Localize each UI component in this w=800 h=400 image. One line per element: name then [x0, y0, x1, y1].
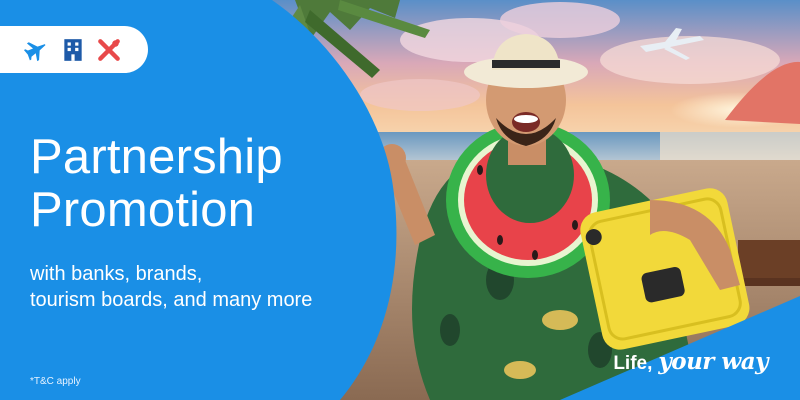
- category-badge: [0, 26, 148, 73]
- airplane-icon: [24, 41, 46, 61]
- subheadline-line-2: tourism boards, and many more: [30, 289, 313, 311]
- headline-line-1: Partnership: [30, 130, 283, 184]
- promo-headline: Partnership Promotion: [30, 131, 283, 237]
- activity-x-icon: [98, 38, 120, 61]
- promo-subheadline: with banks, brands, tourism boards, and …: [30, 261, 312, 313]
- tagline-plain: Life,: [613, 353, 653, 374]
- promo-banner[interactable]: Partnership Promotion with banks, brands…: [0, 0, 800, 400]
- subheadline-line-1: with banks, brands,: [30, 263, 203, 285]
- terms-disclaimer: *T&C apply: [30, 376, 81, 387]
- building-hotel-icon: [64, 38, 82, 61]
- tagline-script: your way: [658, 348, 768, 375]
- brand-tagline: Life, your way: [613, 348, 768, 375]
- headline-line-2: Promotion: [30, 183, 256, 237]
